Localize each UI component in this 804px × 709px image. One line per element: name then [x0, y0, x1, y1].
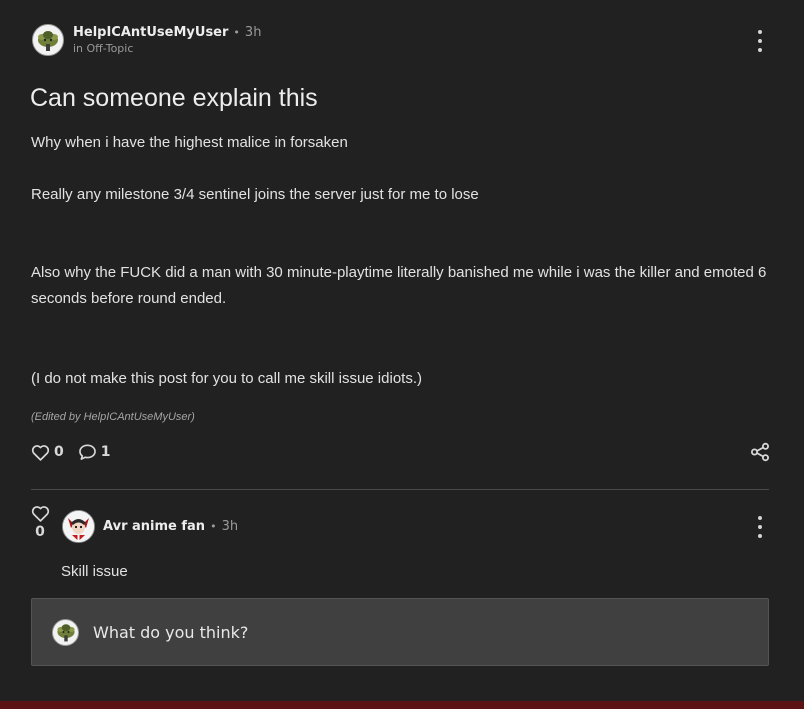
comment-like-count: 0	[35, 524, 45, 540]
separator-dot: •	[233, 25, 240, 39]
post-actions: 0 1	[31, 441, 125, 463]
comment-more-button[interactable]	[755, 516, 765, 538]
kebab-menu-icon	[758, 30, 762, 34]
reply-placeholder: What do you think?	[93, 622, 249, 642]
author-name[interactable]: HelpICAntUseMyUser	[73, 25, 228, 41]
comment-time: 3h	[221, 519, 239, 534]
post-header: HelpICAntUseMyUser • 3h in Off-Topic	[32, 24, 261, 56]
current-user-avatar	[52, 618, 79, 646]
comment-text: Skill issue	[61, 563, 128, 580]
post-paragraph: Also why the FUCK did a man with 30 minu…	[31, 264, 767, 307]
goblin-avatar-icon	[38, 31, 58, 51]
commenter-name[interactable]: Avr anime fan	[103, 519, 205, 534]
post-page: HelpICAntUseMyUser • 3h in Off-Topic Can…	[0, 0, 804, 709]
edited-note: (Edited by HelpICAntUseMyUser)	[31, 411, 195, 423]
divider	[31, 489, 769, 490]
anime-character-avatar-icon	[63, 511, 94, 542]
commenter-avatar[interactable]	[62, 510, 95, 543]
post-paragraph: (I do not make this post for you to call…	[31, 370, 422, 387]
share-nodes-icon	[751, 442, 769, 462]
kebab-menu-icon	[758, 516, 762, 520]
heart-outline-icon	[31, 444, 50, 461]
goblin-avatar-icon	[56, 624, 75, 642]
like-count: 0	[54, 444, 64, 460]
comment-count: 1	[100, 444, 111, 460]
separator-dot: •	[210, 520, 217, 533]
post-title: Can someone explain this	[30, 84, 318, 112]
post-time: 3h	[244, 24, 262, 40]
post-meta: HelpICAntUseMyUser • 3h in Off-Topic	[73, 25, 261, 56]
comment-button[interactable]: 1	[78, 443, 111, 461]
comment-header: Avr anime fan • 3h	[62, 510, 238, 543]
reply-input[interactable]: What do you think?	[31, 598, 769, 666]
author-avatar[interactable]	[32, 24, 64, 56]
share-button[interactable]	[750, 442, 770, 462]
comment-like-button[interactable]: 0	[30, 505, 50, 540]
post-paragraph: Why when i have the highest malice in fo…	[31, 134, 348, 151]
like-button[interactable]: 0	[31, 444, 64, 461]
heart-outline-icon	[31, 506, 49, 522]
post-paragraph: Really any milestone 3/4 sentinel joins …	[31, 186, 479, 203]
bottom-strip	[0, 701, 804, 709]
community-link[interactable]: in Off-Topic	[73, 42, 261, 56]
speech-bubble-icon	[78, 444, 96, 460]
post-more-button[interactable]	[755, 30, 765, 52]
